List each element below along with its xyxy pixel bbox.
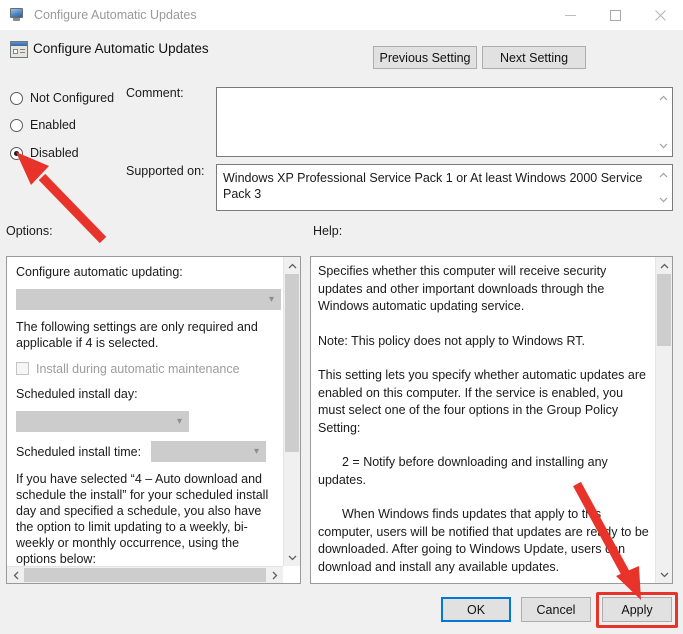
radio-label-enabled: Enabled [30, 118, 76, 132]
radio-mark-not-configured [10, 91, 23, 105]
options-vertical-scrollbar[interactable] [283, 257, 300, 566]
next-setting-button[interactable]: Next Setting [482, 46, 586, 69]
options-content: Configure automatic updating: ▾ The foll… [7, 257, 286, 567]
help-vertical-scrollbar[interactable] [655, 257, 672, 583]
radio-mark-disabled [10, 146, 23, 160]
radio-label-disabled: Disabled [30, 146, 79, 160]
window-title-bar[interactable]: Configure Automatic Updates [0, 0, 683, 30]
configure-updating-label: Configure automatic updating: [16, 265, 183, 279]
minimize-button[interactable] [548, 0, 593, 30]
options-scroll-thumb[interactable] [285, 274, 299, 452]
comment-scrollbar[interactable] [655, 89, 671, 155]
window-title: Configure Automatic Updates [34, 8, 197, 22]
scheduled-install-day-select[interactable]: ▾ [16, 411, 189, 432]
configure-updating-select[interactable]: ▾ [16, 289, 281, 310]
chevron-up-icon[interactable] [656, 257, 672, 274]
chevron-up-icon[interactable] [655, 168, 671, 182]
supported-on-label: Supported on: [126, 164, 205, 178]
chevron-down-icon: ▾ [254, 445, 260, 457]
chevron-down-icon[interactable] [656, 566, 672, 583]
options-note: The following settings are only required… [16, 320, 258, 350]
radio-disabled[interactable]: Disabled [10, 144, 79, 162]
chevron-right-icon[interactable] [266, 567, 283, 583]
scheduled-install-time-select[interactable]: ▾ [151, 441, 267, 462]
chevron-up-icon[interactable] [655, 91, 671, 105]
cancel-button[interactable]: Cancel [521, 597, 591, 622]
chevron-down-icon: ▾ [176, 415, 182, 427]
radio-enabled[interactable]: Enabled [10, 116, 76, 134]
chevron-up-icon[interactable] [284, 257, 300, 274]
supported-on-value: Windows XP Professional Service Pack 1 o… [223, 171, 643, 201]
help-scroll-thumb[interactable] [657, 274, 671, 346]
options-trailing-text: If you have selected “4 – Auto download … [16, 472, 269, 566]
scheduled-install-time-label: Scheduled install time: [16, 444, 142, 459]
chevron-down-icon[interactable] [655, 139, 671, 153]
radio-label-not-configured: Not Configured [30, 91, 115, 105]
options-panel: Configure automatic updating: ▾ The foll… [6, 256, 301, 584]
help-paragraph: Note: This policy does not apply to Wind… [318, 333, 586, 348]
supported-on-field[interactable]: Windows XP Professional Service Pack 1 o… [216, 164, 673, 211]
help-paragraph: This setting lets you specify whether au… [318, 368, 646, 435]
help-panel: Specifies whether this computer will rec… [310, 256, 673, 584]
ok-button[interactable]: OK [441, 597, 511, 622]
help-paragraph: Specifies whether this computer will rec… [318, 264, 607, 313]
help-paragraph: 2 = Notify before downloading and instal… [318, 455, 608, 487]
help-paragraph: When Windows finds updates that apply to… [318, 507, 649, 574]
options-hscroll-thumb[interactable] [24, 568, 266, 582]
install-during-maintenance-checkbox[interactable]: Install during automatic maintenance [16, 360, 286, 377]
radio-mark-enabled [10, 118, 23, 132]
help-content: Specifies whether this computer will rec… [311, 257, 655, 583]
scheduled-install-time-row: Scheduled install time: ▾ [16, 441, 286, 462]
scheduled-install-day-label: Scheduled install day: [16, 387, 138, 401]
help-label: Help: [313, 224, 343, 238]
chevron-down-icon[interactable] [655, 193, 671, 207]
chevron-left-icon[interactable] [7, 567, 24, 583]
maximize-button[interactable] [593, 0, 638, 30]
options-horizontal-scrollbar[interactable] [7, 566, 283, 583]
install-during-maintenance-label: Install during automatic maintenance [36, 361, 240, 376]
previous-setting-button[interactable]: Previous Setting [373, 46, 477, 69]
apply-highlight-annotation [596, 592, 678, 628]
comment-input[interactable] [216, 87, 673, 157]
close-icon[interactable] [638, 0, 683, 30]
chevron-down-icon: ▾ [268, 293, 274, 305]
window-controls [548, 0, 683, 30]
page-title: Configure Automatic Updates [33, 41, 209, 56]
policy-setting-icon [10, 41, 28, 58]
monitor-icon [9, 7, 25, 23]
supported-on-scrollbar[interactable] [655, 166, 671, 209]
checkbox-box [16, 362, 29, 375]
radio-not-configured[interactable]: Not Configured [10, 89, 114, 107]
chevron-down-icon[interactable] [284, 549, 300, 566]
comment-label: Comment: [126, 86, 184, 100]
options-label: Options: [6, 224, 53, 238]
